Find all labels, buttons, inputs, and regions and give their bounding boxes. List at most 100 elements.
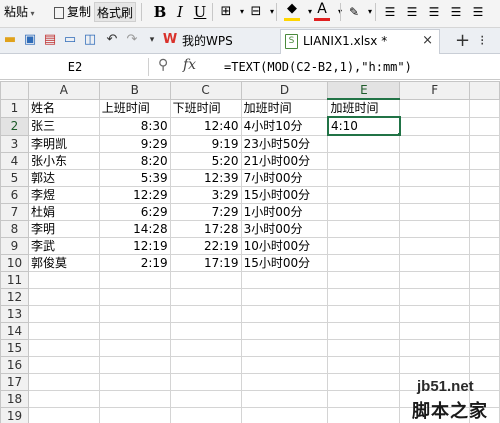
cell-a5[interactable]: 郭达 bbox=[27, 168, 100, 187]
row-header[interactable]: 17 bbox=[0, 372, 29, 391]
cell-blank[interactable] bbox=[469, 253, 500, 272]
cell-c8[interactable]: 17:28 bbox=[169, 219, 242, 238]
cell-e16[interactable] bbox=[327, 355, 401, 374]
cell-c9[interactable]: 22:19 bbox=[169, 236, 242, 255]
cell-a4[interactable]: 张小东 bbox=[27, 151, 100, 170]
cell-e8[interactable] bbox=[327, 219, 401, 238]
cell-a7[interactable]: 杜娟 bbox=[27, 202, 100, 221]
cell-f12[interactable] bbox=[399, 287, 471, 306]
cell-e19[interactable] bbox=[327, 406, 401, 423]
cell-blank[interactable] bbox=[469, 116, 500, 136]
cell-d19[interactable] bbox=[240, 406, 329, 423]
row-header[interactable]: 7 bbox=[0, 202, 29, 221]
cell-b7[interactable]: 6:29 bbox=[98, 202, 171, 221]
cell-blank[interactable] bbox=[469, 304, 500, 323]
cell-a1[interactable]: 姓名 bbox=[27, 98, 100, 118]
cell-d3[interactable]: 23小时50分 bbox=[240, 134, 329, 153]
cell-b4[interactable]: 8:20 bbox=[98, 151, 171, 170]
tab-close-icon[interactable]: × bbox=[422, 30, 433, 52]
format-painter-button[interactable]: 格式刷 bbox=[94, 2, 137, 22]
cell-d5[interactable]: 7小时00分 bbox=[240, 168, 329, 187]
cell-a16[interactable] bbox=[27, 355, 100, 374]
cell-b16[interactable] bbox=[98, 355, 171, 374]
cell-c7[interactable]: 7:29 bbox=[169, 202, 242, 221]
cell-c3[interactable]: 9:19 bbox=[169, 134, 242, 153]
cell-f13[interactable] bbox=[399, 304, 471, 323]
cell-blank[interactable] bbox=[469, 338, 500, 357]
row-header[interactable]: 9 bbox=[0, 236, 29, 255]
cell-a8[interactable]: 李明 bbox=[27, 219, 100, 238]
cell-f7[interactable] bbox=[399, 202, 471, 221]
paste-dropdown-icon[interactable]: ▾ bbox=[28, 9, 35, 18]
column-header-b[interactable]: B bbox=[98, 81, 171, 100]
cell-d8[interactable]: 3小时00分 bbox=[240, 219, 329, 238]
cell-blank[interactable] bbox=[469, 151, 500, 170]
redo-icon[interactable]: ↷ bbox=[124, 32, 140, 48]
align-left-icon[interactable]: ☰ bbox=[446, 1, 466, 23]
save-icon[interactable]: ▣ bbox=[22, 32, 38, 48]
clear-format-dropdown-icon[interactable]: ▾ bbox=[360, 1, 380, 23]
tab-menu-icon[interactable]: ⁝ bbox=[480, 31, 484, 51]
tab-document[interactable]: S LIANIX1.xlsx * × bbox=[280, 29, 440, 54]
cell-e1[interactable]: 加班时间 bbox=[327, 98, 401, 118]
cell-c19[interactable] bbox=[169, 406, 242, 423]
cell-d10[interactable]: 15小时00分 bbox=[240, 253, 329, 272]
cell-e4[interactable] bbox=[327, 151, 401, 170]
cell-b13[interactable] bbox=[98, 304, 171, 323]
cell-d17[interactable] bbox=[240, 372, 329, 391]
row-header[interactable]: 5 bbox=[0, 168, 29, 187]
insert-function-button[interactable]: fx bbox=[183, 57, 196, 73]
column-header-a[interactable]: A bbox=[27, 81, 100, 100]
cell-a17[interactable] bbox=[27, 372, 100, 391]
cell-f4[interactable] bbox=[399, 151, 471, 170]
cell-c2[interactable]: 12:40 bbox=[169, 116, 242, 136]
search-icon[interactable]: ⚲ bbox=[158, 57, 168, 73]
cell-e6[interactable] bbox=[327, 185, 401, 204]
cell-e10[interactable] bbox=[327, 253, 401, 272]
cell-f9[interactable] bbox=[399, 236, 471, 255]
cell-f1[interactable] bbox=[399, 98, 471, 118]
cell-b5[interactable]: 5:39 bbox=[98, 168, 171, 187]
wps-logo-icon[interactable]: W bbox=[162, 32, 178, 48]
bold-button[interactable]: B bbox=[150, 1, 170, 23]
cell-c12[interactable] bbox=[169, 287, 242, 306]
fill-color-icon[interactable]: ◆ bbox=[282, 1, 302, 23]
cell-c16[interactable] bbox=[169, 355, 242, 374]
cell-b10[interactable]: 2:19 bbox=[98, 253, 171, 272]
cell-c18[interactable] bbox=[169, 389, 242, 408]
cell-blank[interactable] bbox=[469, 219, 500, 238]
cell-a14[interactable] bbox=[27, 321, 100, 340]
cell-f15[interactable] bbox=[399, 338, 471, 357]
cell-a11[interactable] bbox=[27, 270, 100, 289]
print-icon[interactable]: ▭ bbox=[62, 32, 78, 48]
row-header[interactable]: 11 bbox=[0, 270, 29, 289]
undo-icon[interactable]: ↶ bbox=[104, 32, 120, 48]
cell-f14[interactable] bbox=[399, 321, 471, 340]
cell-d13[interactable] bbox=[240, 304, 329, 323]
cell-f6[interactable] bbox=[399, 185, 471, 204]
cell-a9[interactable]: 李武 bbox=[27, 236, 100, 255]
cell-b6[interactable]: 12:29 bbox=[98, 185, 171, 204]
row-header[interactable]: 14 bbox=[0, 321, 29, 340]
cell-f5[interactable] bbox=[399, 168, 471, 187]
cell-blank[interactable] bbox=[469, 168, 500, 187]
row-header[interactable]: 2 bbox=[0, 116, 29, 136]
row-header[interactable]: 16 bbox=[0, 355, 29, 374]
cell-a10[interactable]: 郭俊莫 bbox=[27, 253, 100, 272]
cell-blank[interactable] bbox=[469, 321, 500, 340]
cell-b1[interactable]: 上班时间 bbox=[98, 98, 171, 118]
quick-access-dropdown-icon[interactable]: ▾ bbox=[144, 32, 160, 48]
cell-a18[interactable] bbox=[27, 389, 100, 408]
cell-c4[interactable]: 5:20 bbox=[169, 151, 242, 170]
cell-b8[interactable]: 14:28 bbox=[98, 219, 171, 238]
align-top-icon[interactable]: ☰ bbox=[380, 1, 400, 23]
cell-e12[interactable] bbox=[327, 287, 401, 306]
export-pdf-icon[interactable]: ▤ bbox=[42, 32, 58, 48]
row-header[interactable]: 10 bbox=[0, 253, 29, 272]
cell-d18[interactable] bbox=[240, 389, 329, 408]
cell-blank[interactable] bbox=[469, 202, 500, 221]
cell-c11[interactable] bbox=[169, 270, 242, 289]
name-box[interactable]: E2 bbox=[2, 57, 148, 77]
cell-e11[interactable] bbox=[327, 270, 401, 289]
cell-e15[interactable] bbox=[327, 338, 401, 357]
